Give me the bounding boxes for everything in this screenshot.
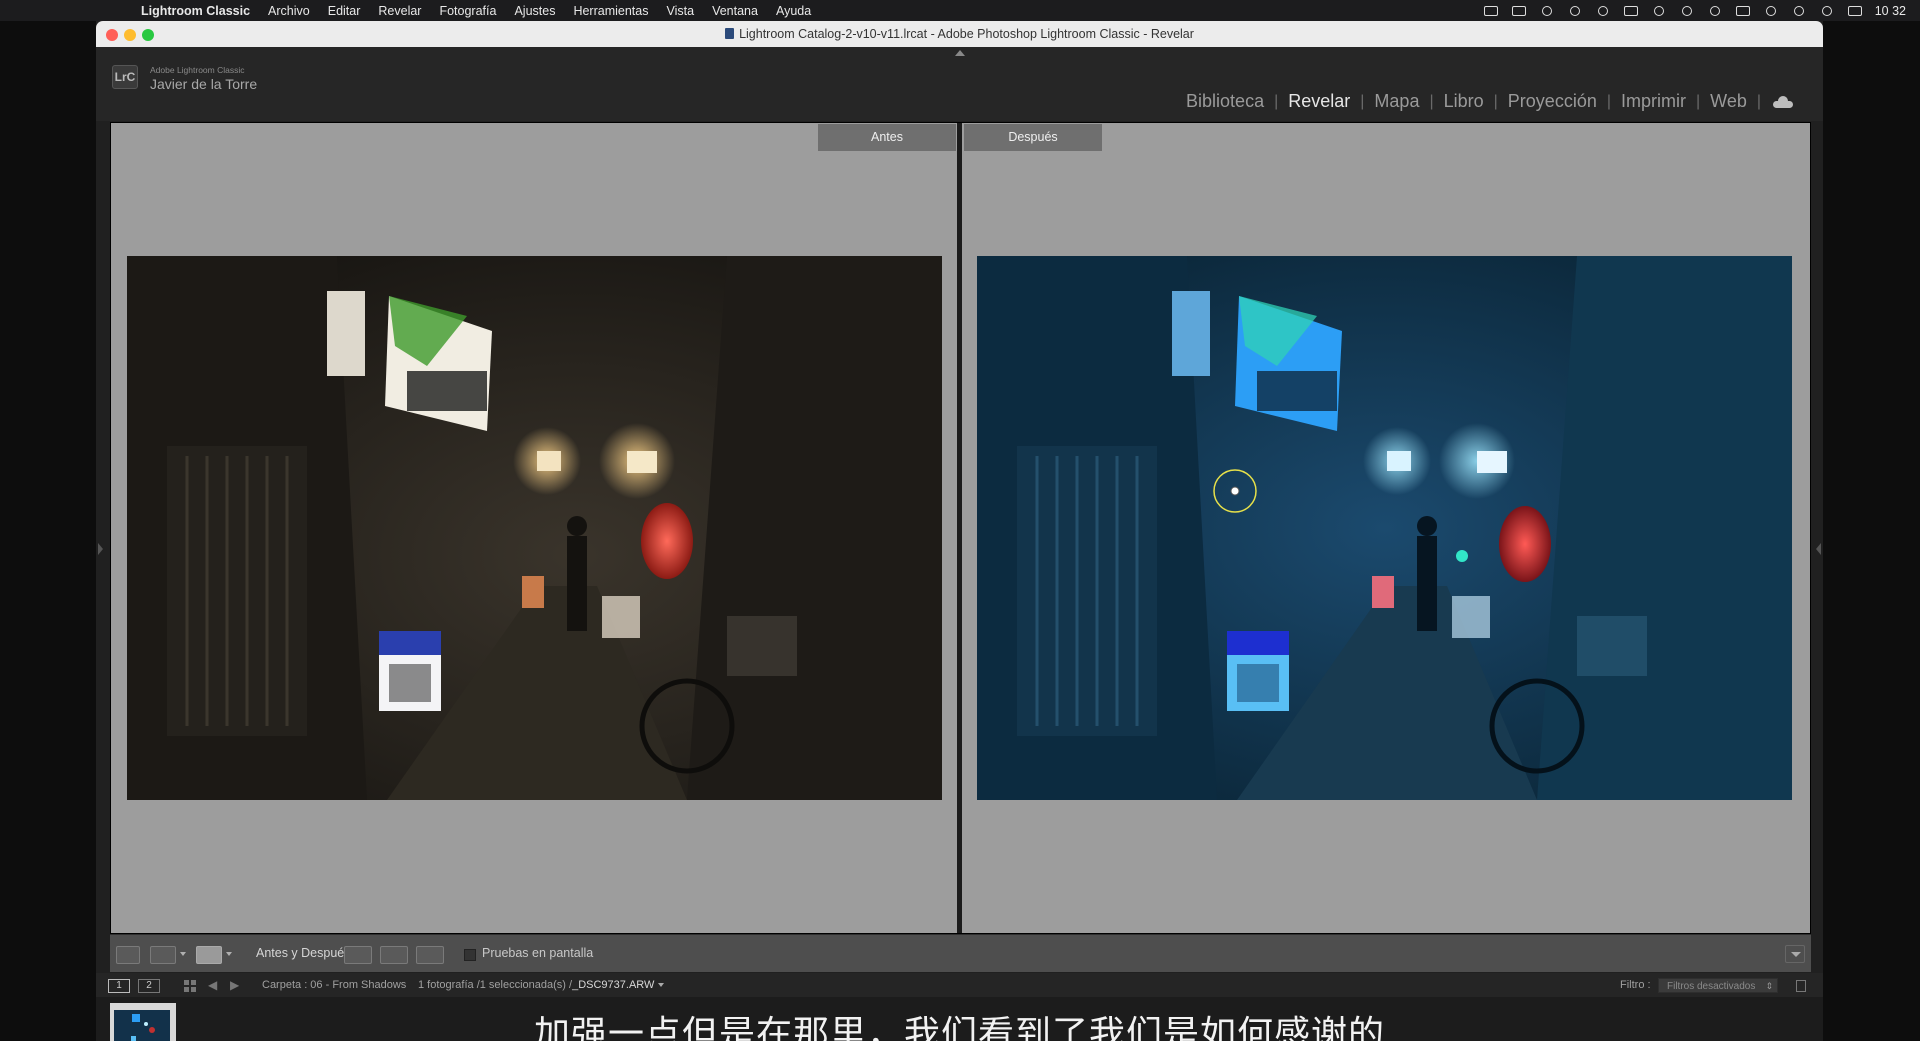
- menu-fotografia[interactable]: Fotografía: [430, 4, 505, 18]
- menu-editar[interactable]: Editar: [319, 4, 370, 18]
- catalog-document-icon: [725, 28, 735, 39]
- compare-view-button[interactable]: [150, 946, 176, 964]
- before-after-view-dropdown-icon[interactable]: [226, 952, 232, 956]
- display-icon[interactable]: [1511, 5, 1527, 17]
- collapse-top-panel-icon[interactable]: [955, 50, 965, 56]
- filmstrip-count[interactable]: 1 fotografía /1 seleccionada(s) /_DSC973…: [418, 979, 665, 991]
- before-after-label: Antes y Después:: [256, 946, 354, 960]
- macos-menubar: Lightroom Classic Archivo Editar Revelar…: [0, 0, 1920, 21]
- compare-view-dropdown-icon[interactable]: [180, 952, 186, 956]
- network-off-icon[interactable]: [1679, 5, 1695, 17]
- copy-after-to-before-button[interactable]: [380, 946, 408, 964]
- time-machine-icon[interactable]: [1791, 5, 1807, 17]
- module-proyeccion[interactable]: Proyección: [1498, 91, 1607, 112]
- one-password-icon[interactable]: [1595, 5, 1611, 17]
- filmstrip-count-text: 1 fotografía /1 seleccionada(s) /: [418, 979, 573, 991]
- loupe-view-button[interactable]: [116, 946, 140, 964]
- grid-view-icon[interactable]: [184, 980, 196, 992]
- soft-proofing-checkbox[interactable]: [464, 949, 476, 961]
- swap-before-after-button[interactable]: [416, 946, 444, 964]
- after-label: Después: [964, 124, 1102, 151]
- filmstrip-source[interactable]: Carpeta : 06 - From Shadows: [262, 979, 406, 991]
- module-mapa[interactable]: Mapa: [1364, 91, 1429, 112]
- menu-herramientas[interactable]: Herramientas: [564, 4, 657, 18]
- window-titlebar: Lightroom Catalog-2-v10-v11.lrcat - Adob…: [96, 21, 1823, 47]
- module-biblioteca[interactable]: Biblioteca: [1176, 91, 1274, 112]
- menu-archivo[interactable]: Archivo: [259, 4, 319, 18]
- spotlight-search-icon[interactable]: [1819, 5, 1835, 17]
- filter-lock-icon[interactable]: [1796, 980, 1806, 992]
- camera-icon[interactable]: [1483, 5, 1499, 17]
- menu-ayuda[interactable]: Ayuda: [767, 4, 820, 18]
- window-title: Lightroom Catalog-2-v10-v11.lrcat - Adob…: [96, 27, 1823, 41]
- cloud-sync-icon[interactable]: [1773, 95, 1793, 108]
- module-web[interactable]: Web: [1700, 91, 1757, 112]
- menu-revelar[interactable]: Revelar: [369, 4, 430, 18]
- module-revelar[interactable]: Revelar: [1278, 91, 1360, 112]
- back-arrow-icon[interactable]: ◀: [208, 978, 217, 992]
- before-photo-image: [127, 256, 942, 800]
- message-icon[interactable]: [1623, 5, 1639, 17]
- module-picker: Biblioteca | Revelar | Mapa | Libro | Proyec…: [1176, 91, 1793, 112]
- adjustment-pin[interactable]: [977, 256, 1792, 800]
- filmstrip-filename: _DSC9737.ARW: [572, 979, 655, 991]
- module-libro[interactable]: Libro: [1434, 91, 1494, 112]
- bluetooth-icon[interactable]: [1707, 5, 1723, 17]
- video-subtitle: 加强一点但是在那里，我们看到了我们是如何感谢的: [533, 1014, 1385, 1041]
- before-after-view-button[interactable]: [196, 946, 222, 964]
- after-photo[interactable]: [977, 256, 1792, 800]
- identity-plate: LrC Adobe Lightroom Classic Javier de la…: [96, 47, 1823, 121]
- toolbar-content-dropdown-icon[interactable]: [1785, 945, 1805, 963]
- filmstrip-header: 1 2 ◀ ▶ Carpeta : 06 - From Shadows 1 fo…: [96, 973, 1823, 997]
- secondary-display-button[interactable]: 2: [138, 979, 160, 993]
- creative-cloud-icon[interactable]: [1539, 5, 1555, 17]
- after-pane[interactable]: Después: [962, 123, 1810, 933]
- menu-app-name[interactable]: Lightroom Classic: [132, 4, 259, 18]
- before-label: Antes: [818, 124, 956, 151]
- develop-toolbar: Antes y Después: Pruebas en pantalla: [110, 934, 1811, 972]
- menubar-clock[interactable]: 10 32: [1875, 4, 1906, 18]
- before-pane[interactable]: Antes: [111, 123, 957, 933]
- primary-display-button[interactable]: 1: [108, 979, 130, 993]
- left-panel-toggle-icon[interactable]: [98, 543, 103, 555]
- wifi-icon[interactable]: [1763, 5, 1779, 17]
- filter-label: Filtro :: [1620, 979, 1651, 991]
- identity-product: Adobe Lightroom Classic: [150, 65, 245, 75]
- lightroom-window: Lightroom Catalog-2-v10-v11.lrcat - Adob…: [96, 21, 1823, 1041]
- identity-user-name: Javier de la Torre: [150, 76, 258, 92]
- before-after-workspace: Antes Después: [110, 122, 1811, 934]
- control-center-icon[interactable]: [1847, 5, 1863, 17]
- dropbox-icon[interactable]: [1567, 5, 1583, 17]
- before-photo[interactable]: [127, 256, 942, 800]
- menu-ajustes[interactable]: Ajustes: [505, 4, 564, 18]
- status-area: 10 32: [1483, 0, 1906, 21]
- filename-dropdown-icon[interactable]: [658, 983, 665, 987]
- drive-icon[interactable]: [1651, 5, 1667, 17]
- menu-ventana[interactable]: Ventana: [703, 4, 767, 18]
- soft-proofing-label[interactable]: Pruebas en pantalla: [482, 946, 593, 960]
- right-panel-toggle-icon[interactable]: [1816, 543, 1821, 555]
- module-imprimir[interactable]: Imprimir: [1611, 91, 1696, 112]
- copy-before-to-after-button[interactable]: [344, 946, 372, 964]
- forward-arrow-icon[interactable]: ▶: [230, 978, 239, 992]
- battery-icon[interactable]: [1735, 5, 1751, 17]
- window-title-text: Lightroom Catalog-2-v10-v11.lrcat - Adob…: [739, 27, 1194, 41]
- module-separator: |: [1756, 92, 1761, 110]
- menu-vista[interactable]: Vista: [657, 4, 703, 18]
- lrc-logo-icon: LrC: [112, 65, 138, 89]
- filter-select[interactable]: Filtros desactivados: [1658, 978, 1778, 994]
- filmstrip: 加强一点但是在那里，我们看到了我们是如何感谢的: [96, 997, 1823, 1041]
